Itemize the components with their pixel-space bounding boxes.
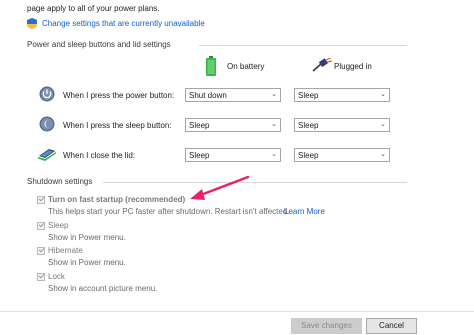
section-divider [103,182,407,183]
sleep-button-plugged-in-select[interactable]: Sleep ⌄ [294,118,390,132]
lock-option-description: Show in account picture menu. [48,284,158,293]
save-changes-button[interactable]: Save changes [291,318,362,334]
chevron-down-icon: ⌄ [271,121,277,128]
lock-option-label: Lock [48,272,65,281]
select-value: Shut down [189,91,227,100]
cancel-button[interactable]: Cancel [366,318,417,334]
row-label-sleep-button: When I press the sleep button: [63,121,172,130]
plug-icon [312,58,332,72]
lock-checkbox[interactable] [37,273,45,281]
section-title-shutdown: Shutdown settings [27,177,93,186]
sleep-button-icon [39,116,55,132]
fast-startup-checkbox[interactable] [37,196,45,204]
change-settings-link[interactable]: Change settings that are currently unava… [42,19,205,28]
row-label-power-button: When I press the power button: [63,91,175,100]
fast-startup-description: This helps start your PC faster after sh… [48,207,290,216]
chevron-down-icon: ⌄ [271,91,277,98]
sleep-option-description: Show in Power menu. [48,233,126,242]
row-label-close-lid: When I close the lid: [63,151,136,160]
close-lid-on-battery-select[interactable]: Sleep ⌄ [185,148,281,162]
power-button-plugged-in-select[interactable]: Sleep ⌄ [294,88,390,102]
battery-icon [206,56,216,76]
learn-more-link[interactable]: Learn More [284,207,325,216]
hibernate-option-description: Show in Power menu. [48,258,126,267]
power-button-on-battery-select[interactable]: Shut down ⌄ [185,88,281,102]
hibernate-checkbox[interactable] [37,247,45,255]
select-value: Sleep [298,121,319,130]
sleep-button-on-battery-select[interactable]: Sleep ⌄ [185,118,281,132]
chevron-down-icon: ⌄ [380,121,386,128]
select-value: Sleep [298,151,319,160]
laptop-lid-icon [38,149,56,161]
section-divider [199,45,407,46]
hibernate-option-label: Hibernate [48,246,83,255]
select-value: Sleep [298,91,319,100]
shield-icon [27,18,37,29]
select-value: Sleep [189,151,210,160]
annotation-arrow [190,175,250,200]
select-value: Sleep [189,121,210,130]
close-lid-plugged-in-select[interactable]: Sleep ⌄ [294,148,390,162]
sleep-option-label: Sleep [48,221,69,230]
column-on-battery: On battery [227,62,265,71]
power-button-icon [39,86,55,102]
column-plugged-in: Plugged in [334,62,372,71]
fast-startup-label: Turn on fast startup (recommended) [48,195,186,204]
section-title-buttons: Power and sleep buttons and lid settings [27,40,171,49]
footer-divider [0,311,474,312]
intro-text: page apply to all of your power plans. [27,4,160,13]
chevron-down-icon: ⌄ [380,151,386,158]
chevron-down-icon: ⌄ [380,91,386,98]
chevron-down-icon: ⌄ [271,151,277,158]
sleep-checkbox[interactable] [37,222,45,230]
